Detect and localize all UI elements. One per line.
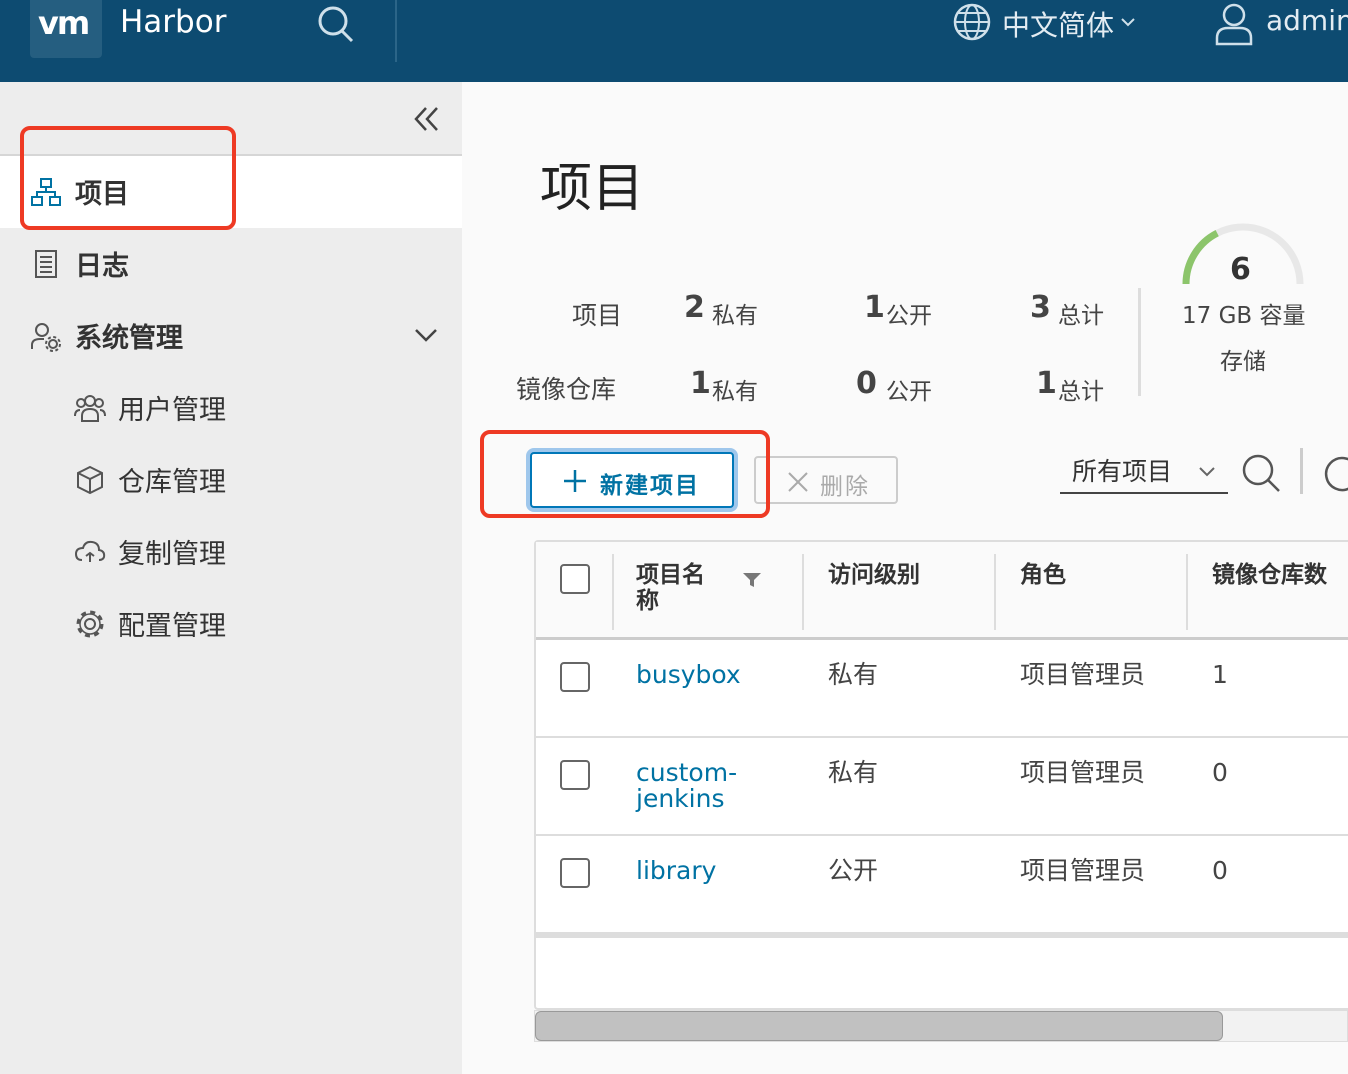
filter-icon[interactable]: [742, 572, 762, 588]
chevron-down-icon: [1199, 467, 1215, 477]
search-icon[interactable]: [316, 4, 356, 44]
column-separator: [994, 554, 996, 630]
project-name-line: custom-: [636, 758, 738, 787]
table-header: 项目名称 访问级别 角色 镜像仓库数: [536, 542, 1348, 640]
stat-unit: 公开: [886, 303, 932, 329]
sidebar-item-logs[interactable]: 日志: [0, 228, 462, 300]
stat-repos-private: 1: [690, 366, 711, 401]
sidebar-item-label: 配置管理: [118, 611, 226, 642]
box-icon: [77, 465, 103, 495]
top-header: vm Harbor 中文简体 admin: [0, 0, 1348, 82]
project-name-link[interactable]: busybox: [636, 662, 741, 688]
stat-projects-total: 3: [1030, 290, 1051, 325]
sidebar-item-admin[interactable]: 系统管理: [0, 300, 462, 372]
cloud-sync-icon: [74, 540, 106, 562]
chevron-down-icon[interactable]: [414, 326, 438, 344]
stat-unit: 总计: [1058, 303, 1104, 329]
delete-button[interactable]: 删除: [754, 456, 898, 504]
stat-projects-public: 1: [864, 290, 885, 325]
sidebar: 项目 日志 系统管理 用户管理 仓库管理 复制管理 配置管理: [0, 82, 462, 1074]
role: 项目管理员: [1020, 856, 1146, 885]
stat-projects-private: 2: [684, 290, 705, 325]
projects-table: 项目名称 访问级别 角色 镜像仓库数 busybox 私有 项目管理员 1 cu…: [534, 540, 1348, 1010]
repo-count: 1: [1212, 660, 1228, 689]
globe-icon[interactable]: [952, 2, 992, 42]
project-name-line: jenkins: [636, 784, 725, 813]
column-header-repo-count[interactable]: 镜像仓库数: [1212, 562, 1327, 588]
stat-repos-total: 1: [1036, 366, 1057, 401]
app-title[interactable]: Harbor: [120, 4, 226, 40]
project-filter-select[interactable]: 所有项目: [1060, 452, 1228, 494]
repo-count: 0: [1212, 856, 1228, 885]
users-icon: [74, 395, 106, 422]
stat-label-projects: 项目: [572, 301, 623, 330]
sidebar-item-label: 系统管理: [75, 323, 183, 354]
access-level: 私有: [828, 758, 879, 787]
log-icon: [35, 250, 57, 278]
table-row: library 公开 项目管理员 0: [536, 836, 1348, 934]
logo-text: vm: [38, 4, 90, 42]
sidebar-item-users[interactable]: 用户管理: [0, 372, 462, 444]
toolbar-divider: [1300, 448, 1303, 494]
row-checkbox[interactable]: [560, 760, 590, 790]
stat-unit: 公开: [886, 379, 932, 405]
highlight-box-projects: [20, 126, 236, 230]
table-footer-border: [536, 934, 1348, 938]
sidebar-item-label: 用户管理: [118, 395, 226, 426]
row-checkbox[interactable]: [560, 662, 590, 692]
sidebar-item-config[interactable]: 配置管理: [0, 588, 462, 660]
column-separator: [1186, 554, 1188, 630]
column-header-name[interactable]: 项目名称: [636, 562, 716, 614]
sidebar-item-replication[interactable]: 复制管理: [0, 516, 462, 588]
stat-label-repos: 镜像仓库: [516, 375, 617, 404]
admin-icon: [31, 323, 61, 352]
column-header-role[interactable]: 角色: [1020, 562, 1066, 588]
access-level: 私有: [828, 660, 879, 689]
collapse-sidebar-icon[interactable]: [412, 104, 442, 134]
project-name-link[interactable]: custom- jenkins: [636, 760, 737, 812]
header-divider: [395, 0, 397, 62]
repo-count: 0: [1212, 758, 1228, 787]
storage-capacity: 17 GB 容量: [1182, 303, 1306, 329]
stat-unit: 私有: [712, 303, 758, 329]
sidebar-item-repositories[interactable]: 仓库管理: [0, 444, 462, 516]
storage-value: 6: [1230, 252, 1251, 287]
close-icon: [788, 472, 808, 492]
stat-repos-public: 0: [856, 366, 877, 401]
table-row: busybox 私有 项目管理员 1: [536, 640, 1348, 738]
filter-value: 所有项目: [1072, 457, 1173, 486]
language-selector[interactable]: 中文简体: [1002, 4, 1114, 44]
column-separator: [612, 554, 614, 630]
select-all-checkbox[interactable]: [560, 564, 590, 594]
stat-unit: 总计: [1058, 379, 1104, 405]
stats-divider: [1138, 288, 1141, 396]
delete-label: 删除: [820, 474, 870, 500]
refresh-icon[interactable]: [1322, 454, 1348, 494]
sidebar-item-label: 复制管理: [118, 539, 226, 570]
column-separator: [802, 554, 804, 630]
table-row: custom- jenkins 私有 项目管理员 0: [536, 738, 1348, 836]
scrollbar-thumb[interactable]: [535, 1011, 1223, 1041]
user-menu[interactable]: admin: [1266, 4, 1348, 37]
role: 项目管理员: [1020, 758, 1146, 787]
gear-icon: [76, 610, 104, 638]
horizontal-scrollbar[interactable]: [534, 1010, 1348, 1042]
project-name-link[interactable]: library: [636, 858, 716, 884]
sidebar-item-label: 日志: [75, 251, 129, 282]
storage-label: 存储: [1220, 349, 1266, 375]
page-title: 项目: [540, 159, 645, 219]
access-level: 公开: [828, 856, 879, 885]
role: 项目管理员: [1020, 660, 1146, 689]
column-header-access[interactable]: 访问级别: [828, 562, 920, 588]
sidebar-item-label: 仓库管理: [118, 467, 226, 498]
highlight-box-new-project: [480, 430, 770, 518]
stat-unit: 私有: [712, 379, 758, 405]
chevron-down-icon[interactable]: [1120, 14, 1136, 30]
search-icon[interactable]: [1240, 452, 1282, 494]
row-checkbox[interactable]: [560, 858, 590, 888]
user-icon[interactable]: [1214, 2, 1254, 46]
